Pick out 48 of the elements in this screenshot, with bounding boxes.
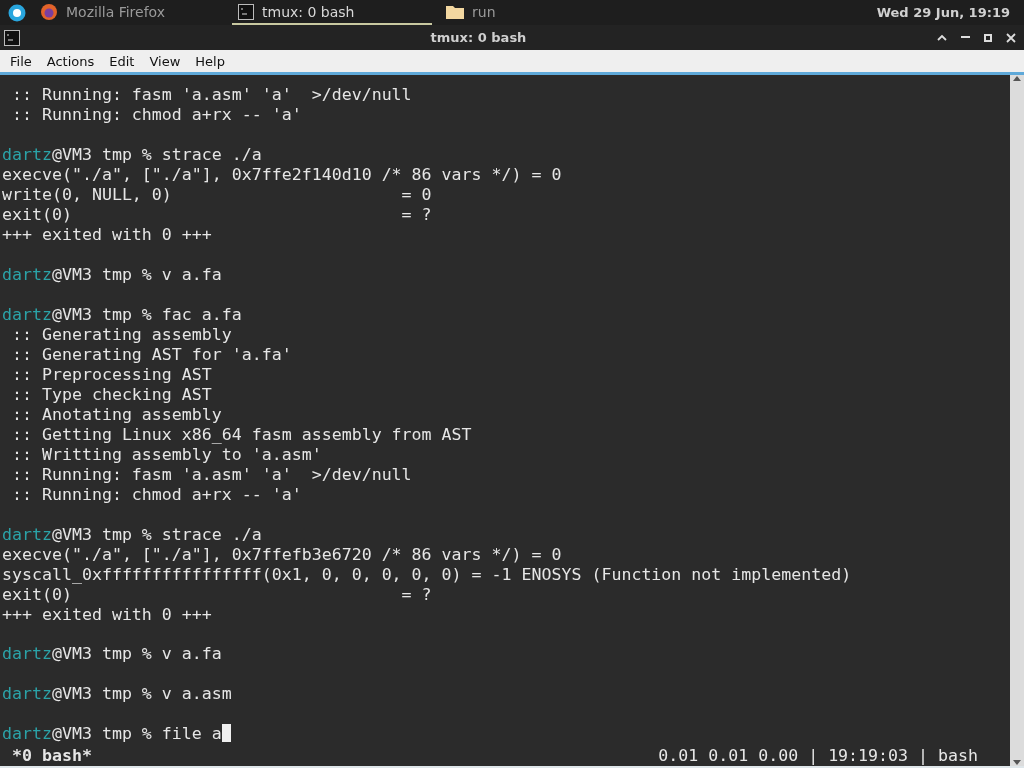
output-line: :: Writting assembly to 'a.asm' xyxy=(11,444,323,465)
output-line: +++ exited with 0 +++ xyxy=(1,224,213,245)
menu-item[interactable]: Edit xyxy=(105,53,139,69)
tmux-status-info: 0.01 0.01 0.00 | 19:19:03 | bash xyxy=(658,745,978,765)
browser-icon xyxy=(40,2,58,21)
output-line: :: Preprocessing AST xyxy=(11,364,213,385)
output-line: write(0, NULL, 0) = 0 xyxy=(1,184,433,205)
prompt-line: dartz@VM3 tmp % fac a.fa xyxy=(1,304,243,325)
maximize-icon[interactable] xyxy=(984,33,992,42)
output-line: :: Running: chmod a+rx -- 'a' xyxy=(11,484,303,505)
menu-item[interactable]: Actions xyxy=(42,53,99,69)
start-menu-icon[interactable] xyxy=(8,3,26,22)
scrollbar[interactable] xyxy=(1010,75,1024,766)
scroll-down-icon[interactable] xyxy=(1013,760,1021,766)
output-line: syscall_0xffffffffffffffff(0x1, 0, 0, 0, 0, 0) = -1 ENOSYS (Function not implemented) xyxy=(1,564,853,585)
prompt-line: dartz@VM3 tmp % v a.fa xyxy=(1,644,223,665)
output-line: :: Running: fasm 'a.asm' 'a' >/dev/null xyxy=(11,464,413,485)
clock: Wed 29 Jun, 19:19 xyxy=(876,5,1011,20)
prompt-line: dartz@VM3 tmp % strace ./a xyxy=(1,144,263,165)
output-line: :: Running: fasm 'a.asm' 'a' >/dev/null xyxy=(11,85,413,105)
output-line: exit(0) = ? xyxy=(1,584,433,605)
output-line: :: Generating AST for 'a.fa' xyxy=(11,344,293,365)
output-line: execve("./a", ["./a"], 0x7ffefb3e6720 /* 86 vars */) = 0 xyxy=(1,544,563,565)
terminal-icon xyxy=(4,29,20,46)
prompt-line: dartz@VM3 tmp % v a.fa xyxy=(1,264,223,285)
output-line: :: Type checking AST xyxy=(11,384,213,405)
output-line: exit(0) = ? xyxy=(1,204,433,225)
menu-item[interactable]: View xyxy=(145,53,185,69)
folder-icon xyxy=(446,4,464,19)
output-line: :: Running: chmod a+rx -- 'a' xyxy=(11,105,303,125)
output-line: :: Getting Linux x86_64 fasm assembly from AST xyxy=(11,424,473,445)
minimize-icon[interactable] xyxy=(961,36,970,39)
output-line: +++ exited with 0 +++ xyxy=(1,604,213,625)
prompt-line: dartz@VM3 tmp % v a.asm xyxy=(1,684,233,705)
terminal-icon xyxy=(238,3,254,20)
taskbar-item[interactable]: run xyxy=(440,0,530,25)
window-title: tmux: 0 bash xyxy=(430,30,527,45)
close-icon[interactable] xyxy=(1006,32,1016,43)
taskbar-item[interactable]: Mozilla Firefox xyxy=(34,0,224,25)
output-line: :: Anotating assembly xyxy=(11,404,223,425)
menu-item[interactable]: File xyxy=(6,53,36,69)
shade-icon[interactable] xyxy=(937,34,947,41)
prompt-line: dartz@VM3 tmp % strace ./a xyxy=(1,524,263,545)
menu-item[interactable]: Help xyxy=(191,53,229,69)
prompt-line: dartz@VM3 tmp % file a xyxy=(0,724,1010,745)
tmux-window-label: *0 bash* xyxy=(12,745,92,765)
output-line: execve("./a", ["./a"], 0x7ffe2f140d10 /* 86 vars */) = 0 xyxy=(1,164,563,185)
output-line: :: Generating assembly xyxy=(11,324,233,345)
